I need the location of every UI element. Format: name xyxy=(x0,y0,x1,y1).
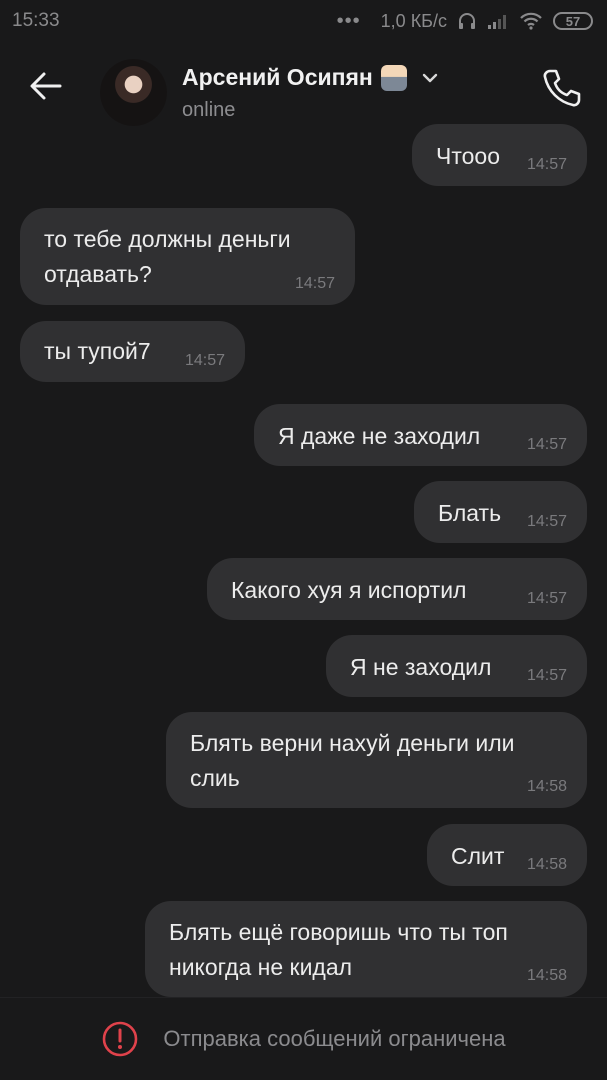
status-time: 15:33 xyxy=(12,10,60,31)
message-text: Я даже не заходил xyxy=(278,423,481,449)
message-bubble-outgoing[interactable]: Я даже не заходил 14:57 xyxy=(254,404,587,466)
message-bubble-outgoing[interactable]: Слит 14:58 xyxy=(427,824,587,886)
wifi-icon xyxy=(520,12,542,30)
chat-header: Арсений Осипян online xyxy=(0,42,607,134)
status-indicators: ••• 1,0 КБ/с 57 xyxy=(337,10,593,33)
message-bubble-incoming[interactable]: то тебе должны деньги отдавать? 14:57 xyxy=(20,208,355,305)
message-time: 14:57 xyxy=(294,275,335,292)
contact-avatar[interactable] xyxy=(100,59,167,126)
message-time: 14:58 xyxy=(526,778,567,795)
message-time: 14:57 xyxy=(526,590,567,607)
message-bubble-outgoing[interactable]: Блать 14:57 xyxy=(414,481,587,543)
warning-circle-icon xyxy=(103,1021,138,1057)
message-time: 14:57 xyxy=(526,436,567,453)
message-bubble-outgoing[interactable]: Чтооо 14:57 xyxy=(412,124,587,186)
contact-name-row[interactable]: Арсений Осипян xyxy=(182,64,439,91)
message-time: 14:57 xyxy=(526,667,567,684)
message-time: 14:58 xyxy=(526,967,567,984)
message-bubble-incoming[interactable]: ты тупой7 14:57 xyxy=(20,321,245,382)
status-bar: 15:33 ••• 1,0 КБ/с 57 xyxy=(0,0,607,42)
phone-call-icon[interactable] xyxy=(540,66,584,110)
messaging-restricted-banner: Отправка сообщений ограничена xyxy=(0,997,607,1080)
message-bubble-outgoing[interactable]: Я не заходил 14:57 xyxy=(326,635,587,697)
contact-name: Арсений Осипян xyxy=(182,64,373,90)
contact-status: online xyxy=(182,99,236,121)
message-time: 14:57 xyxy=(526,156,567,173)
chevron-down-icon[interactable] xyxy=(421,69,439,87)
message-text: то тебе должны деньги отдавать? xyxy=(44,226,291,287)
battery-indicator: 57 xyxy=(553,12,593,30)
message-time: 14:57 xyxy=(526,513,567,530)
message-time: 14:58 xyxy=(526,856,567,873)
technologist-emoji-icon xyxy=(380,64,407,91)
message-bubble-outgoing[interactable]: Какого хуя я испортил 14:57 xyxy=(207,558,587,620)
message-text: Какого хуя я испортил xyxy=(231,577,467,603)
restriction-text: Отправка сообщений ограничена xyxy=(163,1026,506,1051)
message-bubble-outgoing[interactable]: Блять верни нахуй деньги или слиь 14:58 xyxy=(166,712,587,808)
network-speed: 1,0 КБ/с xyxy=(380,10,447,31)
message-text: Блять верни нахуй деньги или слиь xyxy=(190,730,515,791)
message-bubble-outgoing[interactable]: Блять ещё говоришь что ты топ никогда не… xyxy=(145,901,587,997)
headphones-icon xyxy=(459,13,475,29)
message-text: Блять ещё говоришь что ты топ никогда не… xyxy=(169,919,508,980)
notification-dots: ••• xyxy=(336,9,361,32)
signal-icon xyxy=(488,15,506,29)
back-arrow-icon[interactable] xyxy=(28,68,64,104)
chat-screen: 15:33 ••• 1,0 КБ/с 57 Арсений Осипян onl… xyxy=(0,0,607,1080)
message-time: 14:57 xyxy=(184,352,225,369)
